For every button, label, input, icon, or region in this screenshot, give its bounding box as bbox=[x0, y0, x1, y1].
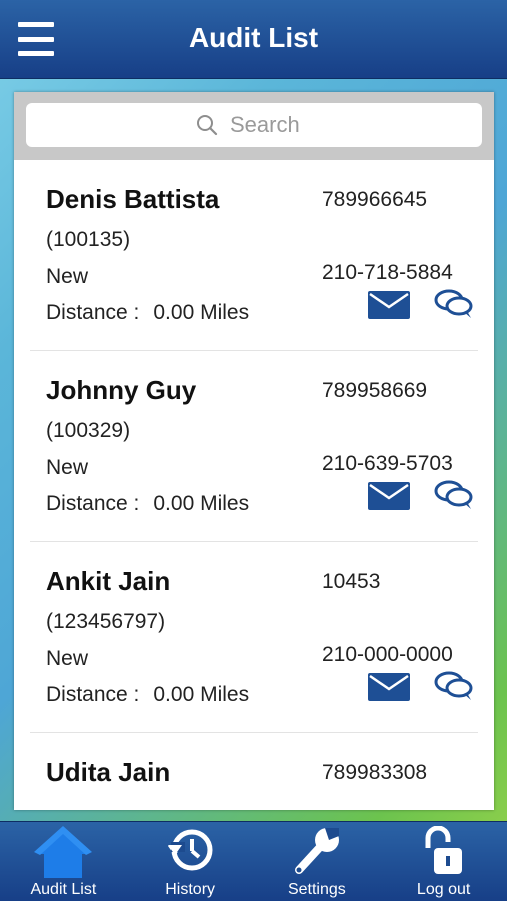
unlock-icon bbox=[425, 826, 462, 874]
distance-value: 0.00 Miles bbox=[153, 492, 250, 515]
audit-distance: Distance : 0.00 Miles bbox=[46, 492, 249, 516]
home-icon bbox=[34, 826, 93, 878]
audit-name: Udita Jain bbox=[46, 757, 171, 787]
audit-status: New bbox=[46, 647, 89, 670]
tab-log-out[interactable]: Log out bbox=[380, 822, 507, 901]
history-icon bbox=[168, 829, 213, 871]
distance-label: Distance : bbox=[46, 301, 140, 324]
bottom-tab-bar: Audit List History Settings Log out bbox=[0, 821, 507, 901]
audit-account: 789958669 bbox=[322, 379, 428, 402]
tab-settings[interactable]: Settings bbox=[254, 822, 381, 901]
audit-item[interactable]: Denis Battista (100135) New Distance : 0.… bbox=[30, 160, 478, 351]
tab-label: Settings bbox=[287, 881, 346, 898]
audit-phone[interactable]: 210-000-0000 bbox=[322, 643, 453, 667]
audit-id: (100135) bbox=[46, 228, 131, 251]
audit-distance: Distance : 0.00 Miles bbox=[46, 683, 249, 707]
search-icon bbox=[197, 115, 218, 136]
tab-audit-list[interactable]: Audit List bbox=[0, 822, 127, 901]
audit-list: Denis Battista (100135) New Distance : 0.… bbox=[14, 160, 494, 810]
audit-distance: Distance : 0.00 Miles bbox=[46, 301, 249, 325]
audit-name: Ankit Jain bbox=[46, 566, 171, 596]
audit-account: 789983308 bbox=[322, 761, 428, 784]
audit-item[interactable]: Udita Jain 789983308 bbox=[30, 733, 478, 810]
chat-icon[interactable] bbox=[434, 479, 474, 511]
wrench-icon bbox=[294, 828, 339, 874]
audit-id: (100329) bbox=[46, 419, 131, 442]
audit-phone[interactable]: 210-718-5884 bbox=[322, 261, 453, 285]
distance-label: Distance : bbox=[46, 492, 140, 515]
audit-name: Denis Battista bbox=[46, 184, 220, 214]
email-icon[interactable] bbox=[368, 482, 410, 510]
email-icon[interactable] bbox=[368, 291, 410, 319]
top-bar: Audit List bbox=[0, 0, 507, 79]
distance-value: 0.00 Miles bbox=[153, 683, 250, 706]
audit-status: New bbox=[46, 265, 89, 288]
audit-account: 10453 bbox=[322, 570, 381, 593]
audit-item[interactable]: Johnny Guy (100329) New Distance : 0.00 M… bbox=[30, 351, 478, 542]
distance-value: 0.00 Miles bbox=[153, 301, 250, 324]
audit-phone[interactable]: 210-639-5703 bbox=[322, 452, 453, 476]
audit-name: Johnny Guy bbox=[46, 375, 197, 405]
audit-id: (123456797) bbox=[46, 610, 166, 633]
audit-panel: Denis Battista (100135) New Distance : 0.… bbox=[14, 92, 494, 810]
distance-label: Distance : bbox=[46, 683, 140, 706]
chat-icon[interactable] bbox=[434, 670, 474, 702]
search-bar bbox=[14, 92, 494, 160]
search-field[interactable] bbox=[26, 103, 482, 147]
tab-label: Audit List bbox=[30, 881, 97, 898]
search-input[interactable] bbox=[228, 111, 312, 139]
tab-history[interactable]: History bbox=[127, 822, 254, 901]
chat-icon[interactable] bbox=[434, 288, 474, 320]
audit-status: New bbox=[46, 456, 89, 479]
tab-label: Log out bbox=[416, 881, 471, 898]
page-title: Audit List bbox=[188, 22, 319, 53]
audit-account: 789966645 bbox=[322, 188, 428, 211]
tab-label: History bbox=[165, 881, 216, 898]
email-icon[interactable] bbox=[368, 673, 410, 701]
audit-item[interactable]: Ankit Jain (123456797) New Distance : 0.0… bbox=[30, 542, 478, 733]
